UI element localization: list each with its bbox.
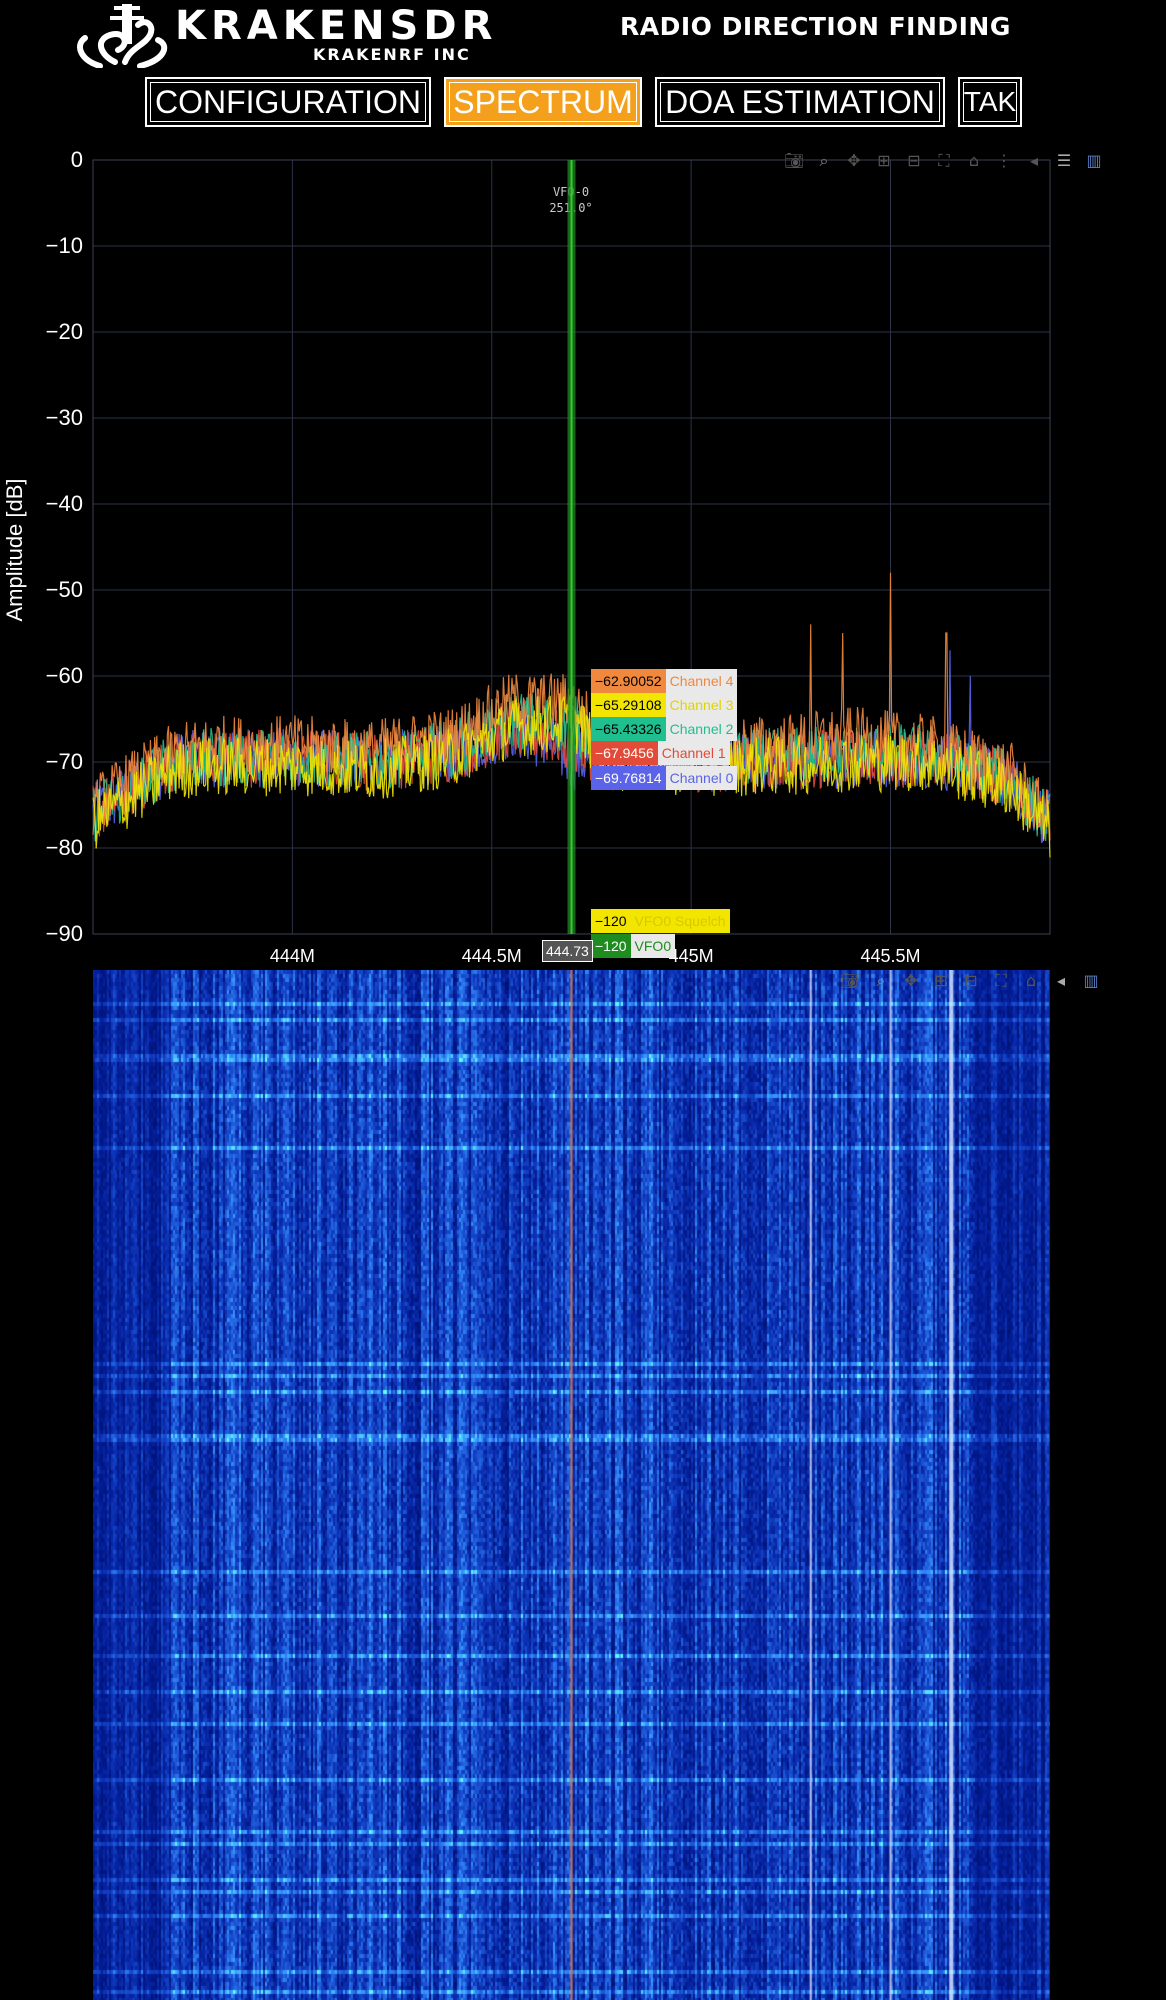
camera-icon[interactable]: 📷︎ [783,150,805,172]
y-tick-label: −20 [46,319,83,344]
hover-closest-icon[interactable]: ◂ [1023,150,1045,172]
spectrum-modebar: 📷︎ ⌕ ✥ ⊞ ⊟ ⛶ ⌂ ⋮ ◂ ☰ ▥ [783,150,1105,172]
hover-channel-3: −65.29108 Channel 3 [591,693,738,717]
autoscale-icon[interactable]: ⛶ [990,970,1012,992]
tab-tak[interactable]: TAK [958,77,1022,127]
hover-value: −67.9456 [591,741,658,765]
zoom-out-icon[interactable]: ⊟ [960,970,982,992]
y-tick-label: −70 [46,749,83,774]
hover-name: Channel 1 [657,741,730,765]
hover-name: Channel 0 [665,766,738,790]
y-tick-label: −90 [46,921,83,946]
hover-name: Channel 4 [665,669,738,693]
y-tick-label: −10 [46,233,83,258]
x-tick-label: 444M [270,946,315,966]
hover-value: −69.76814 [591,766,666,790]
logo-main-text: KRAKENSDR [175,3,498,49]
y-tick-label: −30 [46,405,83,430]
waterfall-plot[interactable]: 📷︎ ⌕ ✥ ⊞ ⊟ ⛶ ⌂ ◂ ▥ [0,970,1166,2000]
main-nav: CONFIGURATION SPECTRUM DOA ESTIMATION TA… [0,77,1166,133]
autoscale-icon[interactable]: ⛶ [933,150,955,172]
camera-icon[interactable]: 📷︎ [840,970,862,992]
app-header: KRAKENSDR KRAKENRF INC RADIO DIRECTION F… [0,0,1166,70]
hover-channel-4: −62.90052 Channel 4 [591,669,738,693]
hover-vfo-squelch: −120 VFO0 Squelch [591,909,730,933]
y-tick-label: −40 [46,491,83,516]
waterfall-modebar: 📷︎ ⌕ ✥ ⊞ ⊟ ⛶ ⌂ ◂ ▥ [840,970,1102,992]
spectrum-plot[interactable]: Amplitude [dB] VFO-0 251.0° 0−10−20−30−4… [0,140,1166,970]
zoom-in-icon[interactable]: ⊞ [873,150,895,172]
tab-doa-estimation[interactable]: DOA ESTIMATION [655,77,945,127]
hover-value: −120 [591,934,631,958]
spike-lines-icon[interactable]: ⋮ [993,150,1015,172]
tab-spectrum[interactable]: SPECTRUM [444,77,642,127]
x-tick-label: 445M [669,946,714,966]
reset-axes-icon[interactable]: ⌂ [1020,970,1042,992]
zoom-icon[interactable]: ⌕ [870,970,892,992]
hover-name: VFO0 [630,934,676,958]
hover-closest-icon[interactable]: ◂ [1050,970,1072,992]
y-axis-label: Amplitude [dB] [2,478,27,621]
app-title: RADIO DIRECTION FINDING [620,12,1011,41]
x-tick-label: 444.5M [462,946,522,966]
x-tick-label: 445.5M [860,946,920,966]
plotly-logo-icon[interactable]: ▥ [1083,150,1105,172]
logo-sub-text: KRAKENRF INC [313,45,471,64]
y-tick-label: −60 [46,663,83,688]
y-tick-label: −50 [46,577,83,602]
pan-icon[interactable]: ✥ [900,970,922,992]
hover-x-label: 444.73 [542,940,593,962]
reset-axes-icon[interactable]: ⌂ [963,150,985,172]
hover-name: Channel 3 [665,693,738,717]
hover-value: −65.43326 [591,717,666,741]
hover-name: VFO0 Squelch [630,909,730,933]
hover-channel-2: −65.43326 Channel 2 [591,717,738,741]
hover-vfo: −120 VFO0 [591,934,676,958]
y-tick-label: −80 [46,835,83,860]
krakensdr-logo: KRAKENSDR KRAKENRF INC [70,0,492,68]
pan-icon[interactable]: ✥ [843,150,865,172]
plotly-logo-icon[interactable]: ▥ [1080,970,1102,992]
hover-channel-0: −69.76814 Channel 0 [591,766,738,790]
zoom-out-icon[interactable]: ⊟ [903,150,925,172]
hover-value: −65.29108 [591,693,666,717]
spectrum-chart-svg[interactable]: Amplitude [dB] VFO-0 251.0° 0−10−20−30−4… [0,140,1166,970]
kraken-logo-icon [77,4,168,68]
tab-configuration[interactable]: CONFIGURATION [145,77,431,127]
waterfall-heatmap[interactable] [93,970,1050,2000]
hover-value: −62.90052 [591,669,666,693]
hover-value: −120 [591,909,631,933]
zoom-in-icon[interactable]: ⊞ [930,970,952,992]
hover-compare-icon[interactable]: ☰ [1053,150,1075,172]
y-tick-label: 0 [71,147,83,172]
hover-channel-1: −67.9456 Channel 1 [591,741,730,765]
zoom-icon[interactable]: ⌕ [813,150,835,172]
hover-name: Channel 2 [665,717,738,741]
